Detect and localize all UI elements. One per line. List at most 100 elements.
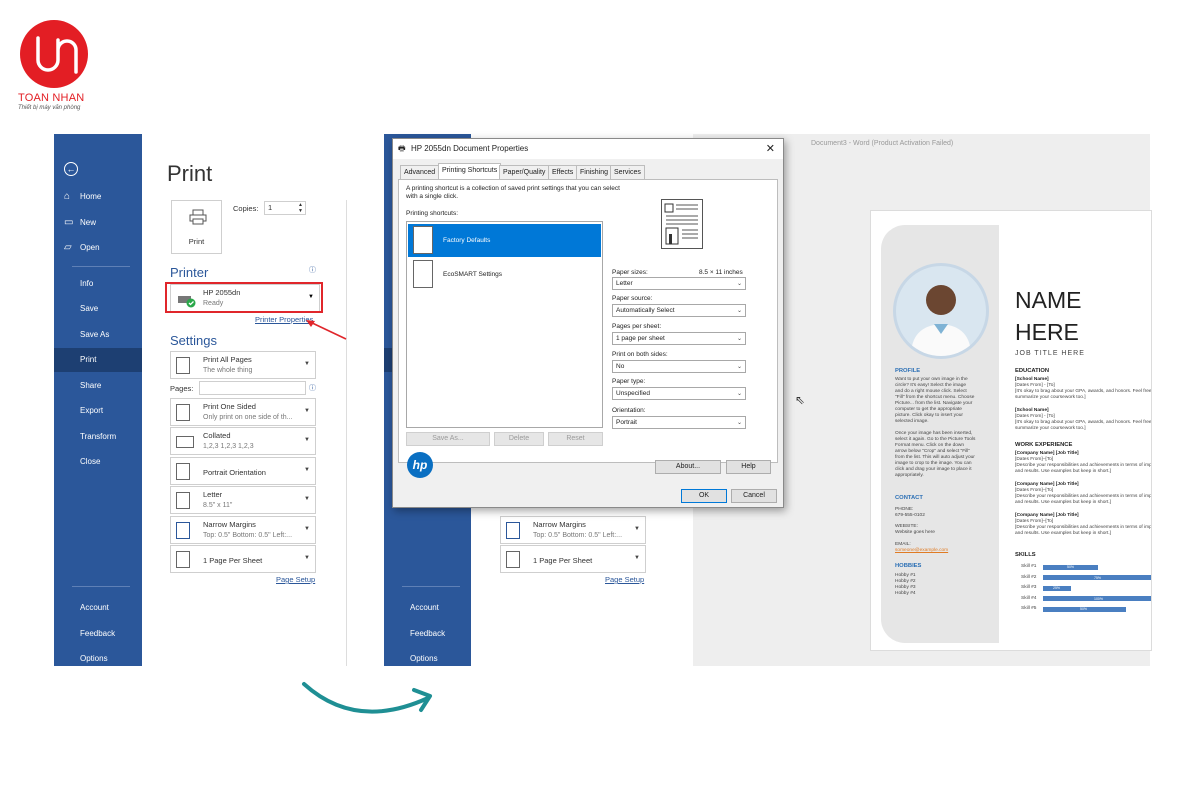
- skill-percent-label: 25%: [1053, 586, 1061, 590]
- tab-advanced[interactable]: Advanced: [400, 165, 440, 179]
- document-icon: [413, 260, 433, 288]
- chevron-down-icon: ⌄: [736, 391, 742, 397]
- pages-per-sheet-selector[interactable]: 1 Page Per Sheet ▼: [500, 545, 646, 573]
- paper-type-select[interactable]: Unspecified ⌄: [612, 387, 746, 400]
- print-button[interactable]: Print: [171, 200, 222, 254]
- paper-source-select[interactable]: Automatically Select ⌄: [612, 304, 746, 317]
- nav-options[interactable]: Options: [54, 647, 142, 666]
- nav-feedback[interactable]: Feedback: [54, 622, 142, 646]
- paper-sizes-select[interactable]: Letter ⌄: [612, 277, 746, 290]
- chevron-down-icon: ▼: [634, 555, 640, 561]
- nav-open[interactable]: ▱ Open: [54, 236, 142, 260]
- nav-feedback[interactable]: Feedback: [384, 622, 472, 646]
- nav-print[interactable]: Print: [54, 348, 142, 372]
- nav-home[interactable]: ⌂ Home: [54, 185, 142, 209]
- skill-label: Skill #4: [1021, 595, 1037, 601]
- nav-options[interactable]: Options: [384, 647, 472, 666]
- backstage-sidebar: ← ⌂ Home ▭ New ▱ Open Info Save Save As Pri…: [54, 134, 142, 666]
- shortcuts-description-2: with a single click.: [406, 193, 459, 200]
- print-button-label: Print: [188, 237, 205, 246]
- tab-paper-quality[interactable]: Paper/Quality: [499, 165, 550, 179]
- tab-printing-shortcuts[interactable]: Printing Shortcuts: [438, 163, 502, 179]
- hobby-item: Hobby #4: [895, 591, 916, 596]
- cancel-button[interactable]: Cancel: [731, 489, 777, 503]
- chevron-down-icon: ▼: [304, 467, 310, 473]
- printer-highlight-box: [165, 282, 323, 313]
- pages-input[interactable]: [199, 381, 306, 395]
- paper-size-selector[interactable]: Letter 8.5" x 11" ▼: [170, 486, 316, 514]
- education-line: summarize your coursework too.]: [1015, 426, 1086, 431]
- printer-icon: [189, 209, 207, 230]
- dialog-titlebar: 🖶 HP 2055dn Document Properties ✕: [393, 139, 783, 159]
- skill-percent-label: 50%: [1080, 607, 1088, 611]
- nav-new[interactable]: ▭ New: [54, 211, 142, 235]
- nav-close[interactable]: Close: [54, 450, 142, 474]
- back-arrow-icon[interactable]: ←: [64, 162, 78, 176]
- tab-finishing[interactable]: Finishing: [576, 165, 613, 179]
- skill-label: Skill #3: [1021, 585, 1037, 590]
- chevron-down-icon: ▼: [304, 496, 310, 502]
- chevron-down-icon: ⌄: [736, 308, 742, 314]
- tab-effects[interactable]: Effects: [548, 165, 578, 179]
- red-pointer-arrow: [306, 320, 347, 340]
- sides-selector[interactable]: Print One Sided Only print on one side o…: [170, 398, 316, 426]
- work-line: and results. Use examples but keep in sh…: [1015, 531, 1111, 536]
- about-button[interactable]: About...: [655, 460, 721, 474]
- paper-sizes-dimensions: 8.5 × 11 inches: [699, 269, 743, 276]
- printer-heading: Printer: [170, 265, 209, 280]
- email-value[interactable]: someone@example.com: [895, 548, 948, 554]
- margins-selector[interactable]: Narrow Margins Top: 0.5" Bottom: 0.5" Le…: [500, 516, 646, 544]
- website-value: Website goes here: [895, 530, 935, 535]
- chevron-down-icon: ⌄: [736, 364, 742, 370]
- resume-name-line1: NAME: [1015, 287, 1082, 313]
- print-heading: Print: [167, 161, 213, 186]
- copies-input[interactable]: 1 ▲ ▼: [264, 201, 306, 215]
- info-icon[interactable]: ⓘ: [309, 265, 316, 275]
- both-sides-select[interactable]: No ⌄: [612, 360, 746, 373]
- close-icon[interactable]: ✕: [766, 139, 775, 159]
- skill-percent-label: 50%: [1067, 565, 1075, 569]
- settings-heading: Settings: [170, 333, 217, 348]
- document-icon: [413, 226, 433, 254]
- help-button[interactable]: Help: [726, 460, 771, 474]
- phone-value: 679-555-0102: [895, 513, 925, 518]
- pages-per-sheet-select[interactable]: 1 page per sheet ⌄: [612, 332, 746, 345]
- margins-icon: [176, 522, 190, 539]
- margins-icon: [506, 522, 520, 539]
- nav-info[interactable]: Info: [54, 272, 142, 296]
- logo-circle-icon: [20, 20, 88, 88]
- collated-icon: [176, 436, 194, 448]
- print-range-selector[interactable]: Print All Pages The whole thing ▼: [170, 351, 316, 379]
- orientation-selector[interactable]: Portrait Orientation ▼: [170, 457, 316, 485]
- copies-label: Copies:: [233, 204, 259, 213]
- both-sides-label: Print on both sides:: [612, 351, 668, 358]
- shortcut-item-ecosmart[interactable]: EcoSMART Settings: [408, 258, 601, 291]
- new-document-icon: ▭: [64, 217, 74, 228]
- ok-button[interactable]: OK: [681, 489, 727, 503]
- skill-label: Skill #1: [1021, 564, 1037, 569]
- page-setup-link[interactable]: Page Setup: [605, 575, 644, 584]
- info-icon[interactable]: ⓘ: [309, 383, 316, 393]
- shortcut-item-factory-defaults[interactable]: Factory Defaults: [408, 224, 601, 257]
- margins-selector[interactable]: Narrow Margins Top: 0.5" Bottom: 0.5" Le…: [170, 516, 316, 544]
- nav-save-as[interactable]: Save As: [54, 323, 142, 347]
- nav-share[interactable]: Share: [54, 374, 142, 398]
- orientation-select[interactable]: Portrait ⌄: [612, 416, 746, 429]
- nav-account[interactable]: Account: [54, 596, 142, 620]
- reset-button[interactable]: Reset: [548, 432, 603, 446]
- nav-transform[interactable]: Transform: [54, 425, 142, 449]
- save-as-button[interactable]: Save As...: [406, 432, 490, 446]
- paper-source-label: Paper source:: [612, 295, 653, 302]
- document-preview-page: NAME HERE JOB TITLE HERE PROFILE Want to…: [870, 210, 1152, 651]
- orientation-label: Orientation:: [612, 407, 646, 414]
- collate-selector[interactable]: Collated 1,2,3 1,2,3 1,2,3 ▼: [170, 427, 316, 455]
- page-setup-link[interactable]: Page Setup: [276, 575, 315, 584]
- nav-save[interactable]: Save: [54, 297, 142, 321]
- pages-per-sheet-selector[interactable]: 1 Page Per Sheet ▼: [170, 545, 316, 573]
- shortcuts-description: A printing shortcut is a collection of s…: [406, 185, 620, 192]
- nav-account[interactable]: Account: [384, 596, 472, 620]
- spinner-icon[interactable]: ▲ ▼: [298, 202, 303, 214]
- nav-export[interactable]: Export: [54, 399, 142, 423]
- tab-services[interactable]: Services: [610, 165, 645, 179]
- delete-button[interactable]: Delete: [494, 432, 544, 446]
